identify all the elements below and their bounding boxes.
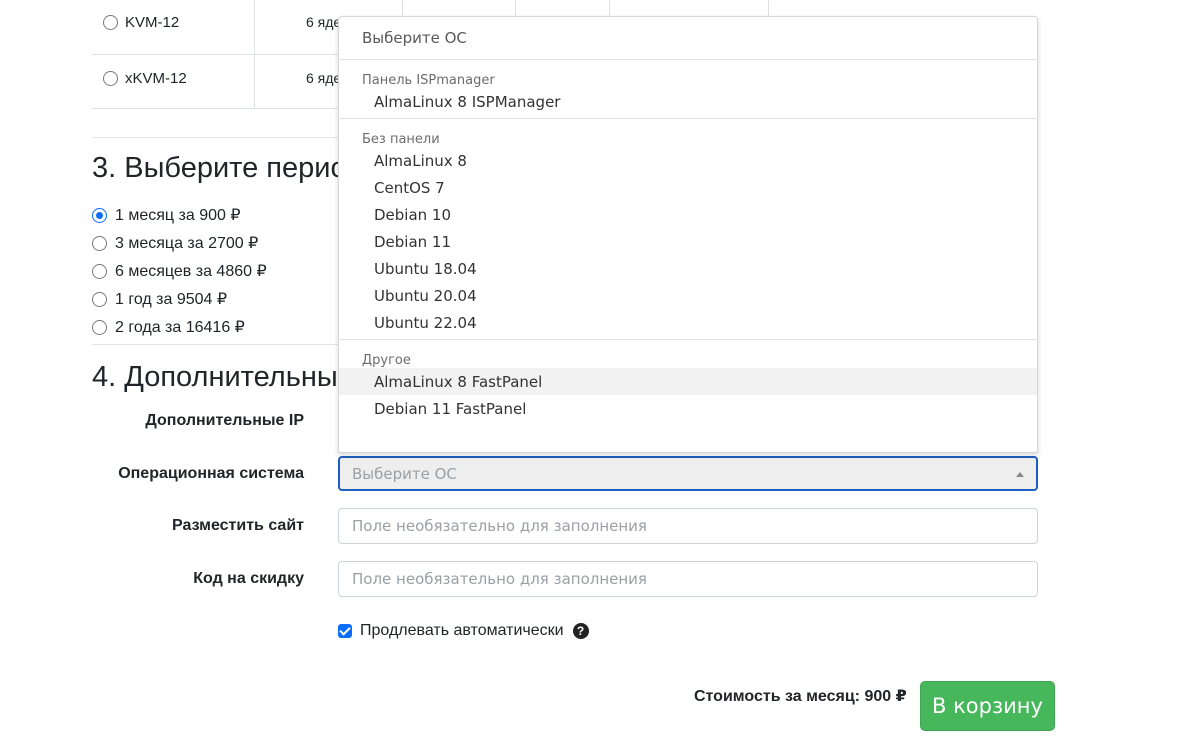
period-label: 1 год за 9504 ₽ <box>115 291 228 308</box>
auto-renew-row: Продлевать автоматически ? <box>338 622 589 640</box>
os-select-placeholder: Выберите ОС <box>352 464 457 483</box>
tariff-name: xKVM-12 <box>125 70 187 87</box>
section-title-extras: 4. Дополнительные <box>92 361 354 393</box>
period-radio[interactable] <box>92 263 107 279</box>
section-title-period: 3. Выберите период <box>92 152 363 184</box>
os-option-hovered[interactable]: AlmaLinux 8 FastPanel <box>339 368 1037 395</box>
period-label: 3 месяца за 2700 ₽ <box>115 235 259 252</box>
add-to-cart-button[interactable]: В корзину <box>920 681 1055 731</box>
period-option[interactable]: 6 месяцев за 4860 ₽ <box>92 257 267 285</box>
discount-input-placeholder: Поле необязательно для заполнения <box>352 570 647 588</box>
os-dropdown: Выберите ОС Панель ISPmanager AlmaLinux … <box>338 16 1038 453</box>
period-label: 2 года за 16416 ₽ <box>115 319 245 336</box>
dropdown-group-label: Другое <box>362 353 411 368</box>
tariff-name: KVM-12 <box>125 14 180 31</box>
os-option[interactable]: Ubuntu 18.04 <box>339 255 1037 282</box>
site-input[interactable]: Поле необязательно для заполнения <box>338 508 1038 544</box>
tariff-radio[interactable] <box>103 71 118 86</box>
os-option[interactable]: Debian 11 <box>339 228 1037 255</box>
os-option[interactable]: AlmaLinux 8 <box>339 147 1037 174</box>
tariff-radio-wrap: KVM-12 <box>103 14 179 31</box>
period-options: 1 месяц за 900 ₽ 3 месяца за 2700 ₽ 6 ме… <box>92 201 267 341</box>
os-option[interactable]: Debian 10 <box>339 201 1037 228</box>
os-option[interactable]: CentOS 7 <box>339 174 1037 201</box>
os-option[interactable]: Debian 11 FastPanel <box>339 395 1037 422</box>
question-icon[interactable]: ? <box>572 623 589 639</box>
auto-renew-label[interactable]: Продлевать автоматически <box>360 622 564 640</box>
os-option[interactable]: Ubuntu 22.04 <box>339 309 1037 336</box>
dropdown-group-no-panel: Без панели AlmaLinux 8 CentOS 7 Debian 1… <box>339 125 1037 340</box>
period-option[interactable]: 2 года за 16416 ₽ <box>92 313 267 341</box>
column-divider <box>254 55 255 108</box>
site-input-placeholder: Поле необязательно для заполнения <box>352 517 647 535</box>
period-option[interactable]: 1 год за 9504 ₽ <box>92 285 267 313</box>
dropdown-group-label: Панель ISPmanager <box>362 73 495 88</box>
period-radio[interactable] <box>92 207 107 223</box>
discount-code-input[interactable]: Поле необязательно для заполнения <box>338 561 1038 597</box>
period-option[interactable]: 3 месяца за 2700 ₽ <box>92 229 267 257</box>
period-radio[interactable] <box>92 291 107 307</box>
os-option[interactable]: AlmaLinux 8 ISPManager <box>339 88 1037 115</box>
period-option[interactable]: 1 месяц за 900 ₽ <box>92 201 267 229</box>
tariff-radio[interactable] <box>103 15 118 30</box>
tariff-radio-wrap: xKVM-12 <box>103 70 187 87</box>
monthly-price: Стоимость за месяц: 900 ₽ <box>694 688 907 705</box>
caret-up-icon <box>1016 472 1024 477</box>
period-radio[interactable] <box>92 235 107 251</box>
dropdown-group-label: Без панели <box>362 132 440 147</box>
dropdown-group-ispmanager: Панель ISPmanager AlmaLinux 8 ISPManager <box>339 66 1037 119</box>
period-radio[interactable] <box>92 319 107 335</box>
site-label: Разместить сайт <box>172 517 304 534</box>
discount-label: Код на скидку <box>193 570 304 587</box>
order-page: KVM-12 6 ядер xKVM-12 6 ядер 3. Выберите… <box>0 0 1200 744</box>
period-label: 1 месяц за 900 ₽ <box>115 207 241 224</box>
dropdown-group-other: Другое AlmaLinux 8 FastPanel Debian 11 F… <box>339 346 1037 425</box>
period-label: 6 месяцев за 4860 ₽ <box>115 263 267 280</box>
auto-renew-checkbox[interactable] <box>338 624 352 638</box>
column-divider <box>254 0 255 54</box>
os-select[interactable]: Выберите ОС <box>338 456 1038 491</box>
dropdown-placeholder[interactable]: Выберите ОС <box>339 17 1037 60</box>
os-option[interactable]: Ubuntu 20.04 <box>339 282 1037 309</box>
extra-ip-label: Дополнительные IP <box>145 412 304 429</box>
os-label: Операционная система <box>118 465 304 482</box>
